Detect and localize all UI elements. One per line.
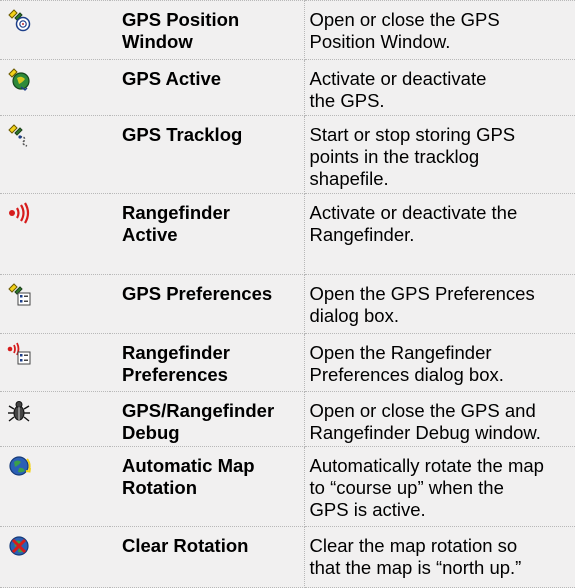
tool-description: Clear the map rotation so that the map i… [304, 526, 575, 588]
table-row: GPS/Rangefinder Debug Open or close the … [0, 391, 575, 447]
table-row: GPS Active Activate or deactivate the GP… [0, 59, 575, 116]
icon-cell [0, 274, 110, 334]
tool-description: Open the Rangefinder Preferences dialog … [304, 333, 575, 392]
tool-description: Automatically rotate the map to “course … [304, 446, 575, 527]
icon-cell [0, 0, 110, 60]
icon-cell [0, 391, 110, 447]
table-row: GPS Preferences Open the GPS Preferences… [0, 274, 575, 334]
icon-cell [0, 193, 110, 275]
tool-name: GPS Active [110, 59, 305, 116]
icon-cell [0, 446, 110, 527]
table-row: Rangefinder Active Activate or deactivat… [0, 193, 575, 275]
table-row: Automatic Map Rotation Automatically rot… [0, 446, 575, 527]
toolbar-reference-table: GPS Position Window Open or close the GP… [0, 0, 575, 588]
table-row: Clear Rotation Clear the map rotation so… [0, 526, 575, 588]
tool-description: Activate or deactivate the Rangefinder. [304, 193, 575, 275]
icon-cell [0, 115, 110, 194]
gps-tracklog-icon [8, 124, 28, 147]
table-row: GPS Tracklog Start or stop storing GPS p… [0, 115, 575, 194]
tool-name: Clear Rotation [110, 526, 305, 588]
table-row: Rangefinder Preferences Open the Rangefi… [0, 333, 575, 392]
tool-name: GPS Position Window [110, 0, 305, 60]
tool-name: Automatic Map Rotation [110, 446, 305, 527]
rangefinder-preferences-icon [7, 342, 31, 365]
gps-active-icon [8, 68, 30, 91]
clear-rotation-icon [9, 536, 29, 556]
tool-name: GPS Tracklog [110, 115, 305, 194]
rangefinder-active-icon [9, 202, 30, 224]
tool-description: Open the GPS Preferences dialog box. [304, 274, 575, 334]
tool-name: GPS Preferences [110, 274, 305, 334]
tool-name: Rangefinder Active [110, 193, 305, 275]
icon-cell [0, 333, 110, 392]
icon-cell [0, 59, 110, 116]
tool-description: Activate or deactivate the GPS. [304, 59, 575, 116]
tool-description: Open or close the GPS and Rangefinder De… [304, 391, 575, 447]
gps-preferences-icon [8, 283, 31, 306]
tool-name: Rangefinder Preferences [110, 333, 305, 392]
tool-description: Start or stop storing GPS points in the … [304, 115, 575, 194]
tool-name: GPS/Rangefinder Debug [110, 391, 305, 447]
automatic-map-rotation-icon [9, 456, 31, 476]
tool-description: Open or close the GPS Position Window. [304, 0, 575, 60]
icon-cell [0, 526, 110, 588]
bug-icon [8, 401, 30, 422]
gps-position-window-icon [8, 9, 31, 32]
table-row: GPS Position Window Open or close the GP… [0, 0, 575, 60]
